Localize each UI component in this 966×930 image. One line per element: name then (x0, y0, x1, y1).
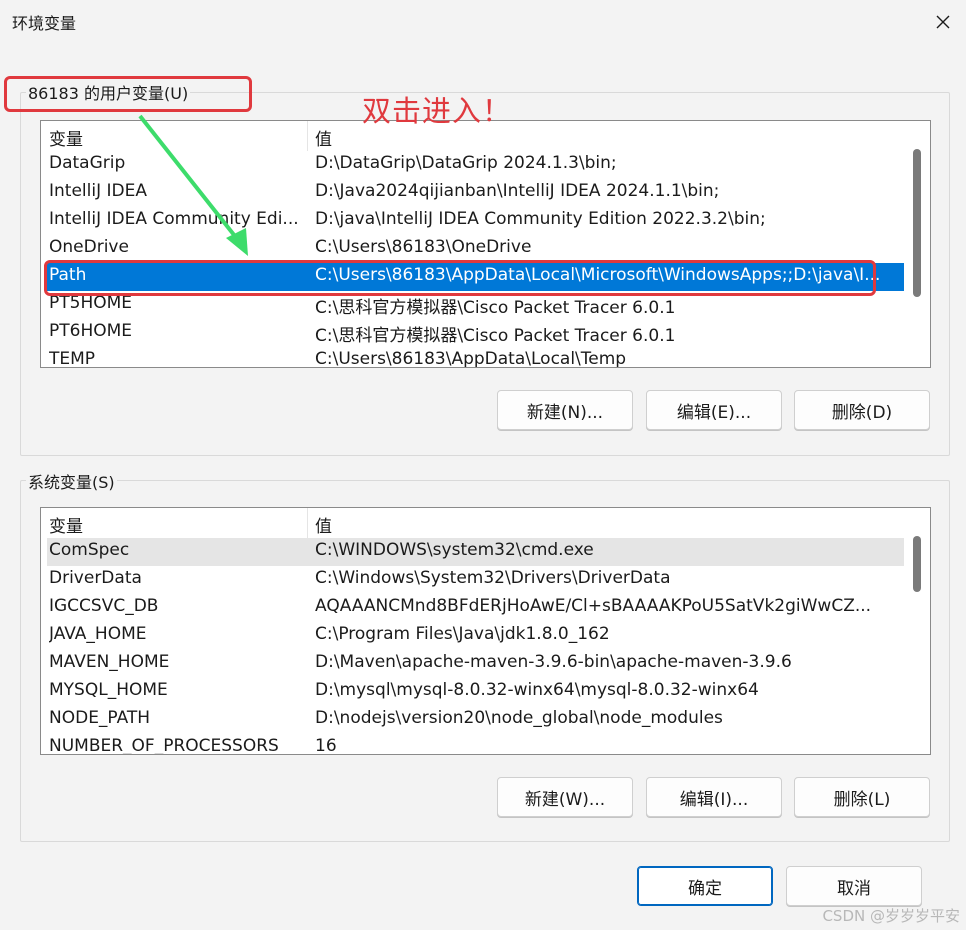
user-delete-button[interactable]: 删除(D) (794, 390, 930, 430)
user-new-button[interactable]: 新建(N)... (497, 390, 633, 430)
variable-value-cell: D:\Maven\apache-maven-3.9.6-bin\apache-m… (315, 652, 792, 672)
variable-name-cell: MAVEN_HOME (49, 652, 170, 672)
table-row[interactable]: IGCCSVC_DB AQAAANCMnd8BFdERjHoAwE/Cl+sBAA… (47, 594, 904, 622)
table-row[interactable]: DriverData C:\Windows\System32\Drivers\Dr… (47, 566, 904, 594)
variable-value-cell: C:\思科官方模拟器\Cisco Packet Tracer 6.0.1 (315, 326, 676, 346)
close-icon (936, 15, 950, 29)
column-header-variable[interactable]: 变量 (49, 512, 83, 537)
variable-name-cell: JAVA_HOME (49, 624, 147, 644)
title-bar: 环境变量 (0, 0, 966, 44)
column-header-value[interactable]: 值 (315, 512, 332, 537)
table-row[interactable]: PT6HOME C:\思科官方模拟器\Cisco Packet Tracer 6.… (47, 319, 904, 347)
column-divider[interactable] (307, 508, 308, 538)
variable-value-cell: AQAAANCMnd8BFdERjHoAwE/Cl+sBAAAAKPoU5Sat… (315, 596, 872, 616)
system-vars-scrollbar[interactable] (904, 508, 930, 754)
variable-value-cell: C:\Users\86183\AppData\Local\Temp (315, 349, 627, 368)
variable-value-cell: D:\nodejs\version20\node_global\node_mod… (315, 708, 723, 728)
variable-name-cell: NODE_PATH (49, 708, 151, 728)
variable-name-cell: DriverData (49, 568, 142, 588)
variable-value-cell: D:\Java2024qijianban\IntelliJ IDEA 2024.… (315, 181, 720, 201)
variable-value-cell: D:\mysql\mysql-8.0.32-winx64\mysql-8.0.3… (315, 680, 759, 700)
variable-value-cell: C:\Windows\System32\Drivers\DriverData (315, 568, 671, 588)
variable-name-cell: IGCCSVC_DB (49, 596, 159, 616)
system-edit-button[interactable]: 编辑(I)... (646, 777, 782, 817)
column-header-value[interactable]: 值 (315, 125, 332, 150)
user-vars-label-highlight (4, 76, 252, 112)
cancel-button[interactable]: 取消 (786, 866, 922, 906)
table-row[interactable]: ComSpec C:\WINDOWS\system32\cmd.exe (47, 538, 904, 566)
variable-name-cell: MYSQL_HOME (49, 680, 168, 700)
variable-name-cell: PT6HOME (49, 321, 133, 341)
variable-value-cell: C:\思科官方模拟器\Cisco Packet Tracer 6.0.1 (315, 298, 676, 318)
table-row[interactable]: MYSQL_HOME D:\mysql\mysql-8.0.32-winx64\m… (47, 678, 904, 706)
column-divider[interactable] (307, 121, 308, 151)
variable-name-cell: NUMBER_OF_PROCESSORS (49, 736, 279, 755)
variable-name-cell: PT5HOME (49, 293, 133, 313)
path-row-highlight (44, 260, 876, 296)
system-delete-button[interactable]: 删除(L) (794, 777, 930, 817)
system-vars-list[interactable]: 变量 值 ComSpec C:\WINDOWS\system32\cmd.exe D… (40, 507, 931, 755)
scroll-thumb[interactable] (913, 536, 921, 592)
variable-value-cell: D:\java\IntelliJ IDEA Community Edition … (315, 209, 766, 229)
arrow-icon (138, 114, 248, 256)
variable-name-cell: TEMP (49, 349, 96, 368)
system-new-button[interactable]: 新建(W)... (497, 777, 633, 817)
table-row[interactable]: TEMP C:\Users\86183\AppData\Local\Temp (47, 347, 904, 368)
column-header-variable[interactable]: 变量 (49, 125, 83, 150)
variable-value-cell: C:\Program Files\Java\jdk1.8.0_162 (315, 624, 610, 644)
table-row[interactable]: NODE_PATH D:\nodejs\version20\node_global… (47, 706, 904, 734)
close-button[interactable] (920, 0, 966, 44)
scroll-thumb[interactable] (913, 149, 921, 297)
watermark: CSDN @岁岁岁平安 (822, 907, 960, 925)
annotation-text: 双击进入！ (362, 94, 513, 128)
user-vars-scrollbar[interactable] (904, 121, 930, 367)
system-vars-header: 变量 值 (41, 508, 904, 538)
variable-value-cell: 16 (315, 736, 337, 755)
ok-button[interactable]: 确定 (637, 866, 773, 906)
variable-value-cell: C:\WINDOWS\system32\cmd.exe (315, 540, 594, 560)
window-title: 环境变量 (12, 14, 77, 33)
variable-value-cell: D:\DataGrip\DataGrip 2024.1.3\bin; (315, 153, 617, 173)
variable-name-cell: ComSpec (49, 540, 130, 560)
table-row[interactable]: NUMBER_OF_PROCESSORS 16 (47, 734, 904, 755)
user-edit-button[interactable]: 编辑(E)... (646, 390, 782, 430)
table-row[interactable]: MAVEN_HOME D:\Maven\apache-maven-3.9.6-bi… (47, 650, 904, 678)
system-vars-label: 系统变量(S) (26, 469, 117, 493)
table-row[interactable]: JAVA_HOME C:\Program Files\Java\jdk1.8.0_… (47, 622, 904, 650)
variable-value-cell: C:\Users\86183\OneDrive (315, 237, 532, 257)
